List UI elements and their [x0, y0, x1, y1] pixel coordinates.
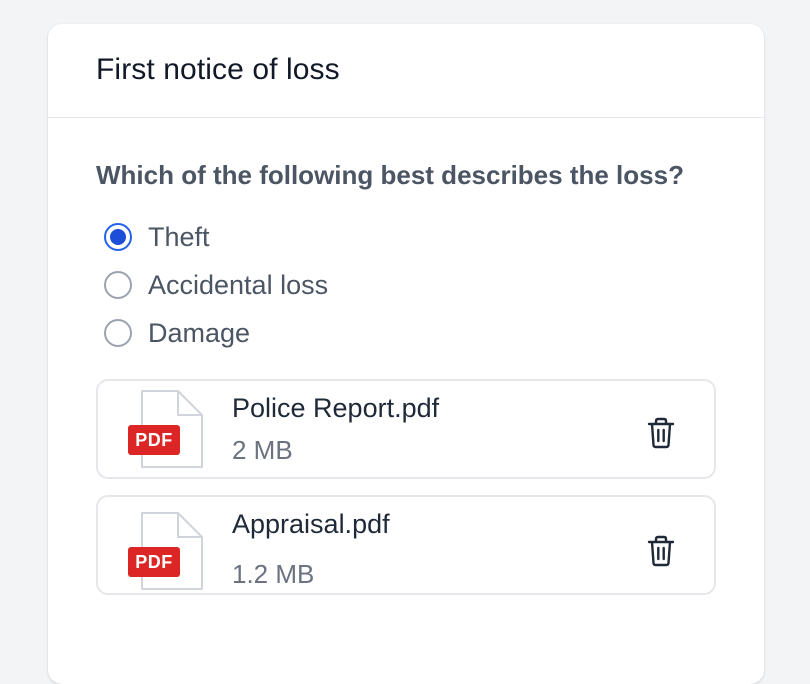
- pdf-file-icon: PDF: [128, 389, 208, 469]
- delete-file-button[interactable]: [646, 417, 676, 449]
- delete-file-button[interactable]: [646, 535, 676, 567]
- file-item: PDF Police Report.pdf 2 MB: [96, 379, 716, 479]
- card-body: Which of the following best describes th…: [48, 118, 764, 595]
- radio-option-theft[interactable]: Theft: [96, 213, 716, 261]
- radio-option-accidental-loss[interactable]: Accidental loss: [96, 261, 716, 309]
- attached-files-list: PDF Police Report.pdf 2 MB PDF Appraisal…: [96, 379, 716, 595]
- pdf-file-icon: PDF: [128, 511, 208, 591]
- file-size: 2 MB: [232, 435, 293, 465]
- radio-button[interactable]: [104, 271, 132, 299]
- loss-type-radio-group: Theft Accidental loss Damage: [96, 213, 716, 357]
- pdf-badge: PDF: [128, 425, 180, 455]
- first-notice-of-loss-card: First notice of loss Which of the follow…: [48, 24, 764, 684]
- pdf-badge: PDF: [128, 547, 180, 577]
- card-header: First notice of loss: [48, 24, 764, 118]
- file-name: Police Report.pdf: [232, 393, 440, 423]
- radio-option-damage[interactable]: Damage: [96, 309, 716, 357]
- radio-label: Damage: [148, 317, 251, 348]
- radio-dot: [110, 229, 126, 245]
- radio-button[interactable]: [104, 319, 132, 347]
- file-item: PDF Appraisal.pdf 1.2 MB: [96, 495, 716, 595]
- file-name: Appraisal.pdf: [232, 509, 390, 539]
- radio-label: Theft: [148, 221, 210, 252]
- trash-icon: [647, 417, 675, 449]
- trash-icon: [647, 535, 675, 567]
- radio-button-checked[interactable]: [104, 223, 132, 251]
- loss-question: Which of the following best describes th…: [96, 160, 684, 190]
- card-title: First notice of loss: [96, 52, 340, 86]
- file-size: 1.2 MB: [232, 559, 315, 589]
- radio-label: Accidental loss: [148, 269, 329, 300]
